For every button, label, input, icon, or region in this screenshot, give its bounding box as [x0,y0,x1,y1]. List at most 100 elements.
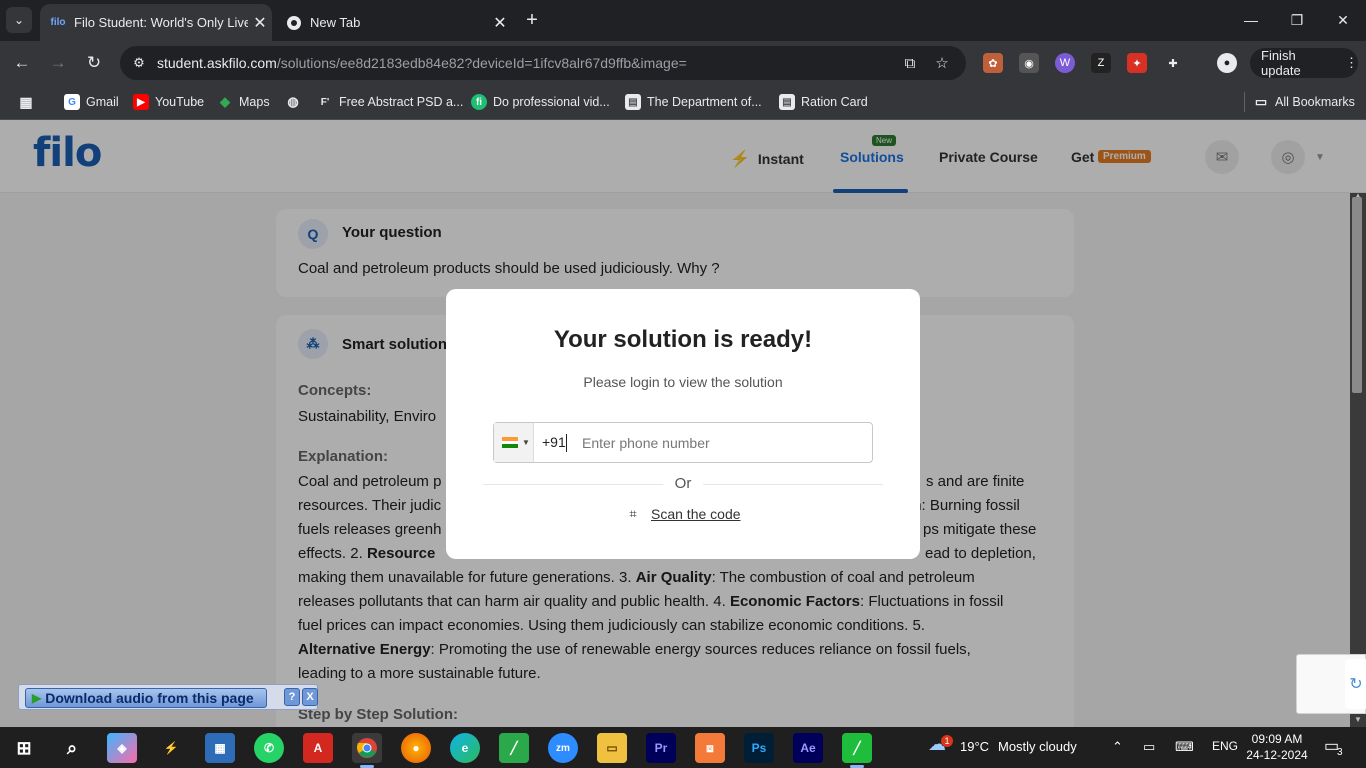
weather-alert-badge: 1 [941,735,953,747]
notifications-count: 3 [1337,747,1343,758]
clock-time: 09:09 AM [1251,732,1303,746]
bookmark-freepik[interactable]: F' Free Abstract PSD a... [317,92,464,112]
bookmark-maps[interactable]: ◆ Maps [217,92,270,112]
or-separator: Or [674,475,692,492]
orange-app-icon[interactable]: ⧈ [695,733,725,763]
close-window-button[interactable]: ✕ [1320,8,1366,32]
file-explorer-icon[interactable]: ▭ [597,733,627,763]
phone-number-input[interactable] [582,432,862,454]
bookmark-gmail[interactable]: G Gmail [64,92,119,112]
close-button[interactable]: X [302,688,318,706]
address-bar[interactable]: ⚙ student.askfilo.com/solutions/ee8d2183… [120,46,966,80]
green-active-app-icon[interactable]: ╱ [842,733,872,763]
firefox-icon[interactable]: ● [401,733,431,763]
bookmark-fiverr[interactable]: fi Do professional vid... [471,92,610,112]
restore-button[interactable]: ❐ [1274,8,1320,32]
browser-toolbar: ← → ↻ ⚙ student.askfilo.com/solutions/ee… [0,41,1366,85]
acrobat-icon[interactable]: A [303,733,333,763]
clock[interactable]: 09:09 AM 24-12-2024 [1244,731,1310,763]
site-info-icon[interactable]: ⚙ [130,54,148,72]
new-tab-button[interactable]: + [520,8,544,32]
language-indicator[interactable]: ENG [1212,739,1238,753]
all-bookmarks[interactable]: ▭ All Bookmarks [1244,92,1355,112]
tab-filo[interactable]: filo Filo Student: World's Only Live I ✕ [40,4,272,41]
zoom-icon[interactable]: zm [548,733,578,763]
chevron-up-icon[interactable]: ⌃ [1112,739,1123,755]
url-host: student.askfilo.com [157,55,277,71]
premiere-icon[interactable]: Pr [646,733,676,763]
apps-grid-icon[interactable]: ▦ [18,92,40,112]
extension-red-icon[interactable]: ✦ [1127,53,1147,73]
back-button[interactable]: ← [10,51,34,75]
recaptcha-badge[interactable]: ↻ [1296,654,1366,714]
profile-icon[interactable]: ● [1217,53,1237,73]
extension-z-icon[interactable]: Z [1091,53,1111,73]
modal-title: Your solution is ready! [553,326,813,353]
windows-taskbar: ⊞ ⌕ ◈ ⚡ ▦ ✆ A ● e ╱ zm ▭ Pr ⧈ Ps Ae ╱ ☁ … [0,727,1366,768]
web-page: filo ⚡ Instant New Solutions Private Cour… [0,120,1366,727]
download-audio-toolbar: ▶ Download audio from this page ? X [18,684,318,710]
freepik-icon: F' [320,96,330,108]
page-icon: ▤ [779,94,795,110]
page-scrollbar[interactable]: ▲ ▼ [1350,191,1366,727]
download-audio-label: Download audio from this page [45,690,254,706]
bookmark-label: Free Abstract PSD a... [339,95,464,109]
filo-favicon-icon: filo [50,17,66,28]
scroll-down-icon[interactable]: ▼ [1354,715,1362,724]
extension-cookie-icon[interactable]: ✿ [983,53,1003,73]
browser-tabstrip: ⌄ filo Filo Student: World's Only Live I… [0,0,1366,41]
extension-camera-icon[interactable]: ◉ [1019,53,1039,73]
search-icon[interactable]: ⌕ [57,733,87,763]
help-button[interactable]: ? [284,688,300,706]
country-selector[interactable]: ▼ [494,423,534,462]
install-app-icon[interactable]: ⧉ [901,54,919,72]
bookmark-star-icon[interactable]: ☆ [933,54,951,72]
more-menu-icon[interactable]: ⋮ [1345,55,1358,71]
extension-w-icon[interactable]: W [1055,53,1075,73]
fiverr-icon: fi [471,94,487,110]
edge-icon[interactable]: e [450,733,480,763]
url-text[interactable]: student.askfilo.com/solutions/ee8d2183ed… [157,55,687,71]
chrome-icon [286,15,302,31]
weather-desc[interactable]: Mostly cloudy [998,739,1077,754]
recaptcha-icon: ↻ [1345,659,1366,709]
flashget-icon[interactable]: ⚡ [156,733,186,763]
reload-button[interactable]: ↻ [82,51,106,75]
close-tab-icon[interactable]: ✕ [488,13,512,33]
calculator-icon[interactable]: ▦ [205,733,235,763]
whatsapp-icon[interactable]: ✆ [254,733,284,763]
green-app-icon[interactable]: ╱ [499,733,529,763]
tab-new-tab[interactable]: New Tab ✕ [276,4,512,41]
country-code: +91 [542,434,566,450]
bookmark-globe[interactable]: ◍ [285,92,307,112]
weather-temp[interactable]: 19°C [960,739,989,754]
windows-start-icon[interactable]: ⊞ [9,733,39,763]
login-modal: Your solution is ready! Please login to … [446,289,920,559]
url-path: /solutions/ee8d2183edb84e82?deviceId=1if… [276,55,687,71]
bookmark-label: Ration Card [801,95,868,109]
bookmark-ration-card[interactable]: ▤ Ration Card [779,92,868,112]
after-effects-icon[interactable]: Ae [793,733,823,763]
bookmark-department[interactable]: ▤ The Department of... [625,92,762,112]
forward-button[interactable]: → [46,51,70,75]
copilot-icon[interactable]: ◈ [107,733,137,763]
finish-update-button[interactable]: Finish update ⋮ [1250,48,1358,78]
india-flag-icon [502,437,518,449]
extensions-puzzle-icon[interactable]: ✚ [1163,53,1183,73]
tab-search-button[interactable]: ⌄ [6,7,32,33]
bookmarks-bar: ▦ G Gmail ▶ YouTube ◆ Maps ◍ F' Free Abstrac… [0,85,1366,120]
folder-icon: ▭ [1254,94,1268,109]
bookmark-label: YouTube [155,95,205,109]
keyboard-icon[interactable]: ⌨ [1175,739,1194,755]
minimize-button[interactable]: — [1228,8,1274,32]
scrollbar-thumb[interactable] [1352,197,1362,393]
close-tab-icon[interactable]: ✕ [248,13,272,33]
chrome-taskbar-icon[interactable] [352,733,382,763]
download-audio-button[interactable]: ▶ Download audio from this page [25,688,267,708]
bookmark-label: The Department of... [647,95,762,109]
photoshop-icon[interactable]: Ps [744,733,774,763]
battery-icon[interactable]: ▭ [1143,739,1155,755]
all-bookmarks-label: All Bookmarks [1275,95,1355,109]
bookmark-youtube[interactable]: ▶ YouTube [133,92,204,112]
scan-code-link[interactable]: ⌗ Scan the code [626,505,740,523]
